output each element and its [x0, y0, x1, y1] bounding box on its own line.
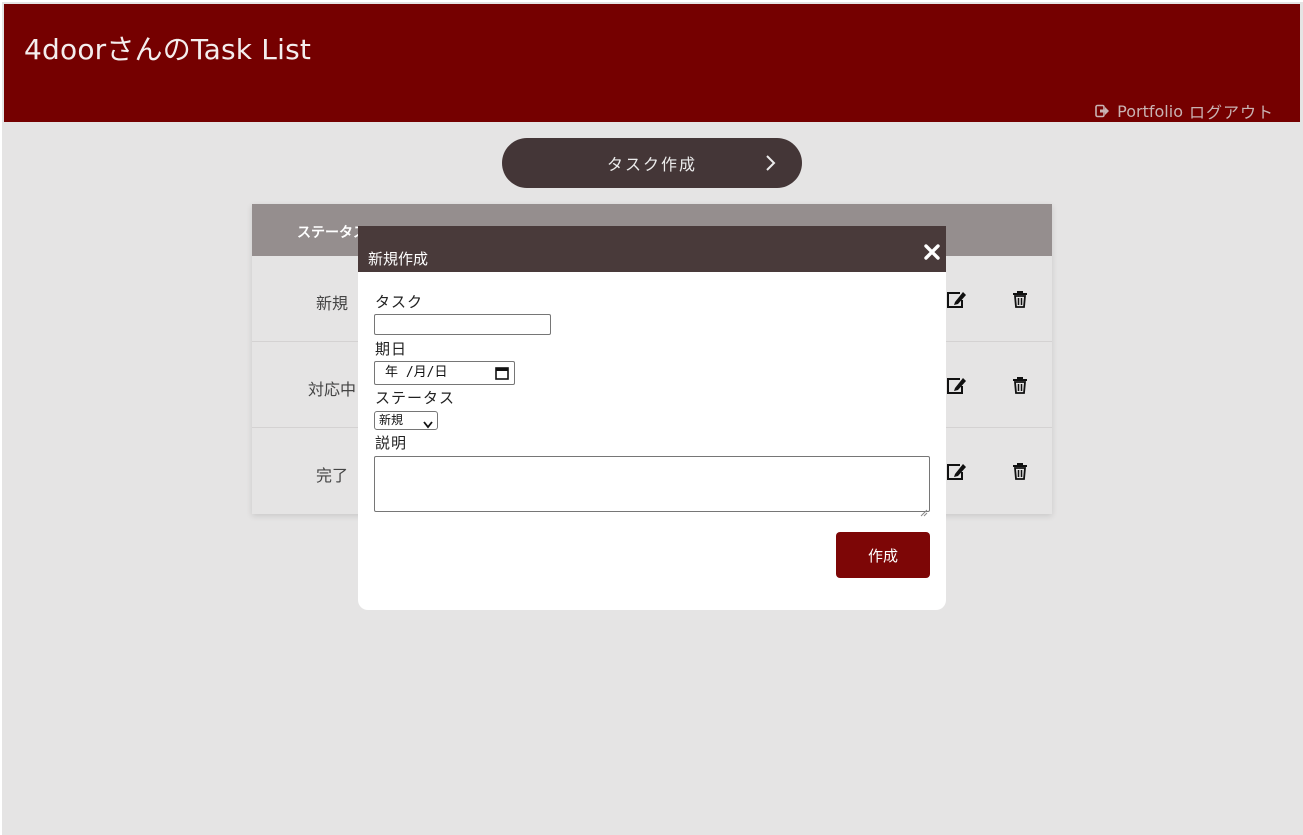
create-task-button[interactable]: タスク作成 [502, 138, 802, 188]
due-date-placeholder: 年 /月/日 [385, 365, 448, 380]
status-label: ステータス [375, 389, 456, 407]
status-selected-value: 新規 [379, 413, 404, 427]
modal-header: 新規作成 [358, 226, 946, 272]
modal-title: 新規作成 [368, 250, 429, 268]
row-status: 対応中 [308, 380, 357, 399]
due-date-label: 期日 [375, 340, 408, 358]
calendar-icon[interactable] [495, 366, 509, 380]
trash-icon[interactable] [1012, 376, 1028, 394]
edit-icon[interactable] [946, 290, 966, 310]
app-header: 4doorさんのTask List Portfolio ログアウト [4, 4, 1300, 122]
trash-icon[interactable] [1012, 290, 1028, 308]
logout-link[interactable]: ログアウト [1189, 99, 1274, 123]
edit-icon[interactable] [946, 462, 966, 482]
task-input[interactable] [374, 314, 551, 335]
chevron-right-icon [760, 153, 780, 173]
trash-icon[interactable] [1012, 462, 1028, 480]
dropdown-caret-icon [423, 417, 433, 429]
app-title: 4doorさんのTask List [24, 33, 312, 66]
create-task-label: タスク作成 [606, 155, 697, 174]
edit-icon[interactable] [946, 376, 966, 396]
task-label: タスク [375, 293, 424, 311]
logout-icon [1095, 104, 1111, 118]
description-label: 説明 [375, 434, 408, 452]
create-task-modal: 新規作成 タスク 期日 年 /月/日 ステータス 新規 説明 作成 [358, 226, 946, 610]
description-textarea[interactable] [374, 456, 930, 517]
submit-button[interactable]: 作成 [836, 532, 930, 578]
portfolio-link[interactable]: Portfolio [1117, 102, 1183, 121]
close-icon[interactable] [924, 244, 940, 260]
row-status: 完了 [316, 466, 349, 485]
row-status: 新規 [316, 294, 349, 313]
header-links: Portfolio ログアウト [1095, 99, 1274, 123]
due-date-input[interactable]: 年 /月/日 [374, 361, 515, 385]
status-select[interactable]: 新規 [374, 411, 438, 430]
resize-grip-icon[interactable] [920, 502, 928, 517]
column-header-status: ステータス [297, 225, 367, 241]
